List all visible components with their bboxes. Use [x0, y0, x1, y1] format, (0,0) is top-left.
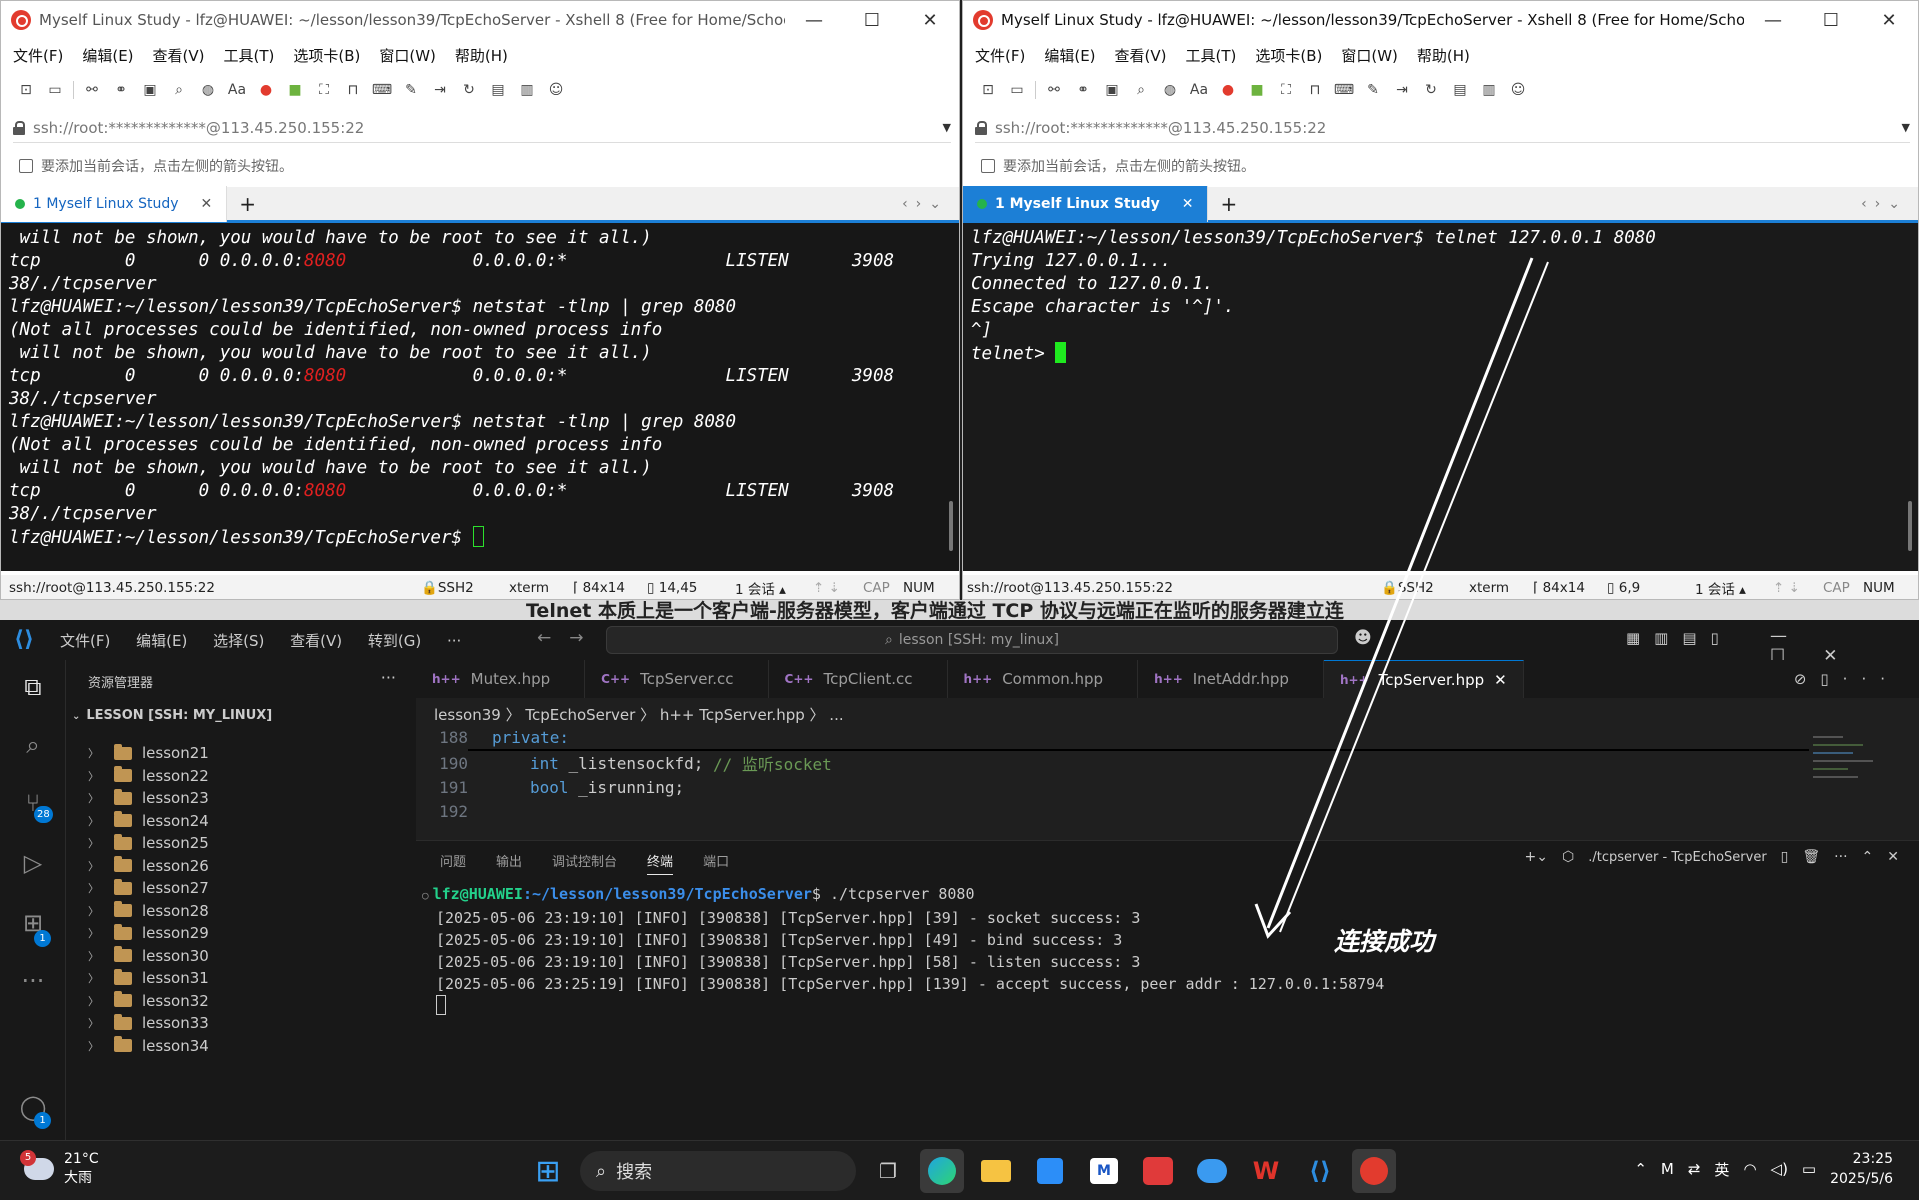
windows-start-icon[interactable]: ⊞	[526, 1149, 570, 1193]
weather-rain-icon: 5	[20, 1150, 54, 1180]
taskbar-search[interactable]: ⌕ 搜索	[580, 1151, 856, 1191]
volume-icon[interactable]: ◁)	[1771, 1160, 1788, 1178]
annotation-arrow	[1254, 257, 1549, 939]
wifi-icon[interactable]: ◠	[1743, 1160, 1756, 1178]
taskbar: 5 21°C 大雨 ⊞ ⌕ 搜索 ❐ M W ⟨⟩ ⌃ M ⇄ 英 ◠ ◁) ▭ …	[0, 1140, 1919, 1200]
clock-date: 2025/5/6	[1830, 1171, 1893, 1187]
annotation-text: 连接成功	[1334, 927, 1435, 956]
sync-icon[interactable]: ⇄	[1688, 1160, 1701, 1178]
edge-icon[interactable]	[920, 1149, 964, 1193]
cloud-app-icon[interactable]	[1190, 1149, 1234, 1193]
ime-indicator[interactable]: 英	[1714, 1159, 1729, 1180]
vscode-taskbar-icon[interactable]: ⟨⟩	[1298, 1149, 1342, 1193]
taskbar-search-label: 搜索	[616, 1162, 653, 1183]
weather-widget[interactable]: 5 21°C 大雨	[20, 1150, 99, 1187]
outlook-icon[interactable]: M	[1082, 1149, 1126, 1193]
weather-temp: 21°C	[64, 1151, 99, 1167]
weather-desc: 大雨	[64, 1170, 92, 1186]
clock-time: 23:25	[1852, 1151, 1893, 1167]
battery-icon[interactable]: ▭	[1802, 1160, 1816, 1178]
weather-badge: 5	[20, 1150, 36, 1166]
store-icon[interactable]	[1028, 1149, 1072, 1193]
huawei-app-icon[interactable]	[1136, 1149, 1180, 1193]
file-explorer-icon[interactable]	[974, 1149, 1018, 1193]
system-tray: ⌃ M ⇄ 英 ◠ ◁) ▭ 23:25 2025/5/6	[1634, 1149, 1893, 1189]
outlook-tray-icon[interactable]: M	[1661, 1160, 1674, 1178]
clock[interactable]: 23:25 2025/5/6	[1830, 1149, 1893, 1189]
chevron-up-icon[interactable]: ⌃	[1634, 1160, 1647, 1178]
taskbar-apps: ⊞ ⌕ 搜索 ❐ M W ⟨⟩	[526, 1149, 1396, 1193]
search-icon: ⌕	[596, 1160, 607, 1182]
xshell-taskbar-icon[interactable]	[1352, 1149, 1396, 1193]
wps-icon[interactable]: W	[1244, 1149, 1288, 1193]
task-view-icon[interactable]: ❐	[866, 1149, 910, 1193]
